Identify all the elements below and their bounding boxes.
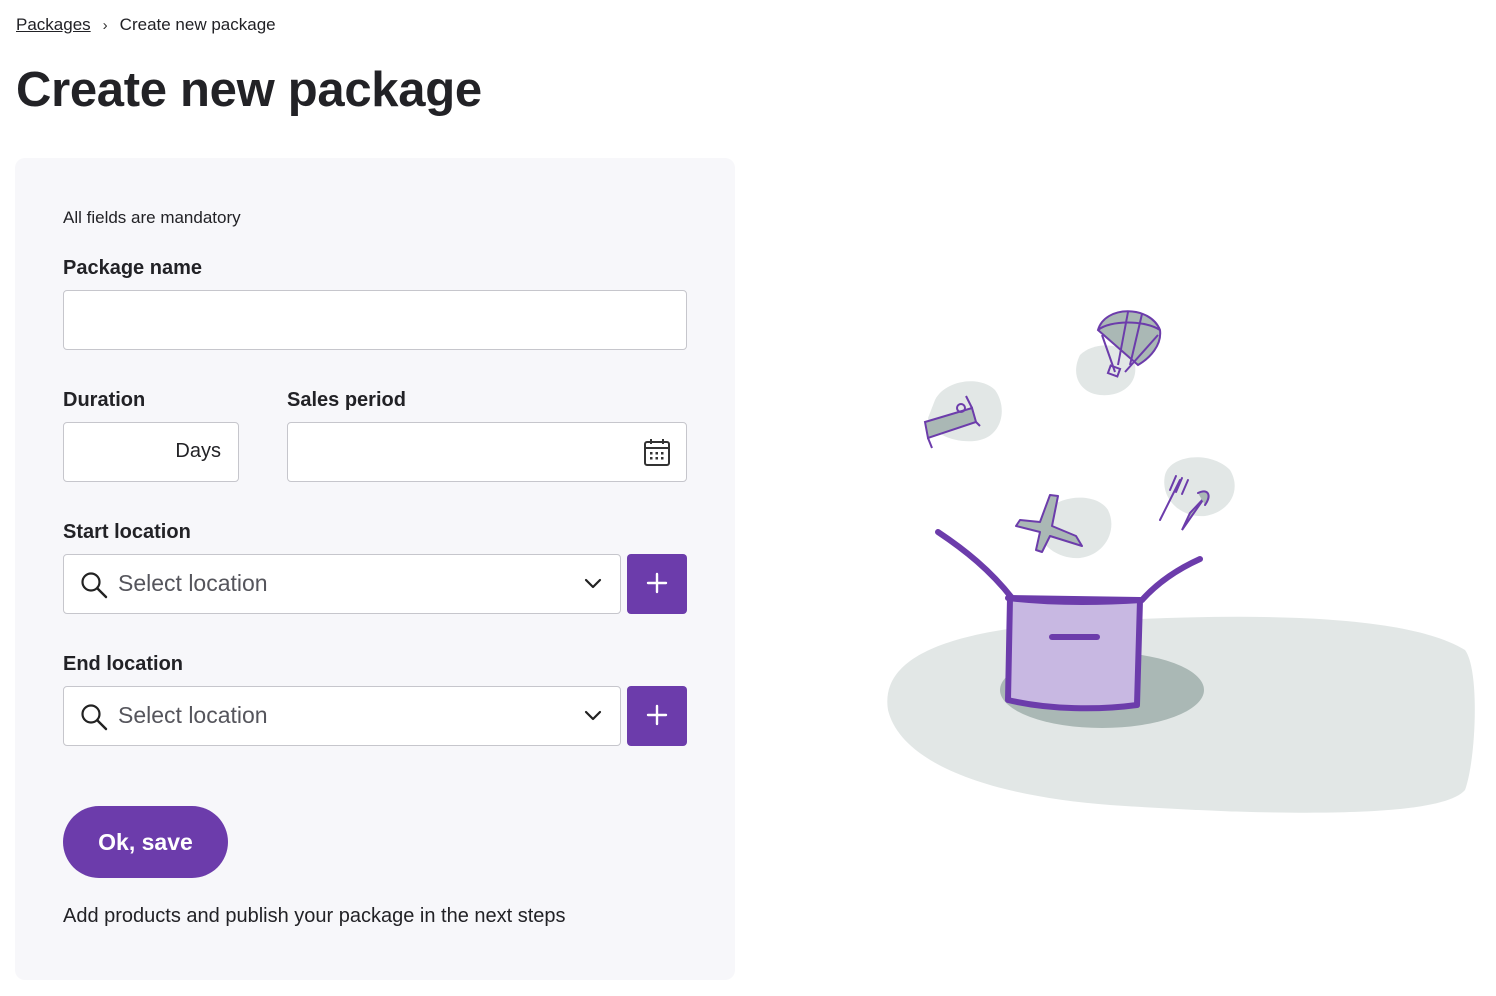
breadcrumb-packages-link[interactable]: Packages (16, 15, 91, 35)
end-location-select[interactable]: Select location (63, 686, 621, 746)
duration-input[interactable]: Days (63, 422, 239, 482)
sales-period-label: Sales period (287, 389, 406, 411)
search-icon (80, 703, 108, 736)
add-end-location-button[interactable] (627, 686, 687, 746)
plus-icon (646, 704, 668, 729)
breadcrumb-current: Create new package (119, 15, 276, 34)
add-start-location-button[interactable] (627, 554, 687, 614)
chevron-down-icon[interactable] (584, 576, 602, 594)
start-location-label: Start location (63, 521, 191, 543)
breadcrumb-separator: › (102, 16, 108, 34)
plus-icon (646, 572, 668, 597)
calendar-icon[interactable] (643, 437, 671, 472)
breadcrumb: Packages › Create new package (16, 15, 276, 35)
duration-suffix: Days (175, 440, 221, 462)
save-button[interactable]: Ok, save (63, 806, 228, 878)
chevron-down-icon[interactable] (584, 708, 602, 726)
end-location-label: End location (63, 653, 183, 675)
sales-period-input[interactable] (287, 422, 687, 482)
next-steps-note: Add products and publish your package in… (63, 905, 566, 927)
mandatory-hint: All fields are mandatory (63, 208, 241, 227)
package-illustration (880, 300, 1480, 825)
end-location-placeholder: Select location (118, 702, 268, 728)
package-form-card: All fields are mandatory Package name Du… (15, 158, 735, 980)
package-name-input[interactable] (63, 290, 687, 350)
search-icon (80, 571, 108, 604)
duration-label: Duration (63, 389, 146, 411)
page-title: Create new package (16, 63, 482, 117)
start-location-placeholder: Select location (118, 570, 268, 596)
start-location-select[interactable]: Select location (63, 554, 621, 614)
package-name-label: Package name (63, 257, 202, 279)
